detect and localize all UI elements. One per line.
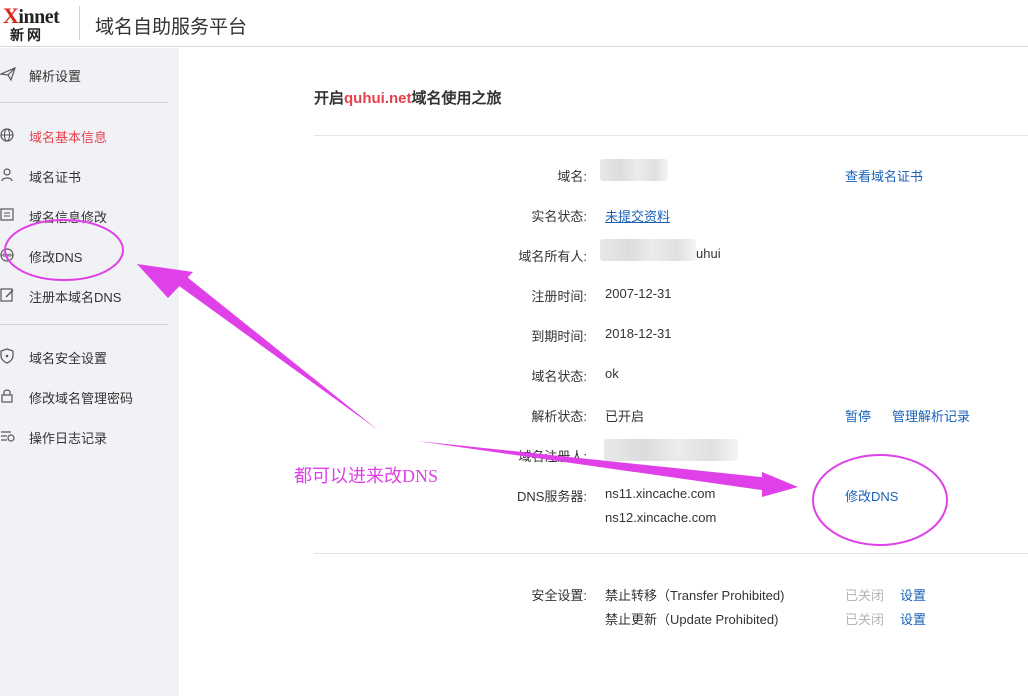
sidebar-item-register-dns[interactable]: 注册本域名DNS [0, 281, 179, 309]
header-divider [79, 6, 80, 40]
log-list-icon [1, 431, 15, 442]
sidebar-item-label: 域名信息修改 [29, 210, 108, 225]
realname-status-link[interactable]: 未提交资料 [605, 206, 670, 225]
certificate-icon [1, 168, 13, 182]
reg-time-value: 2007-12-31 [605, 286, 672, 301]
sidebar-item-label: 域名基本信息 [29, 130, 108, 145]
security-transfer-setting-link[interactable]: 设置 [900, 585, 926, 604]
status-label: 域名状态: [531, 369, 587, 384]
dns-server-2: ns12.xincache.com [605, 510, 717, 525]
reg-time-label: 注册时间: [531, 289, 587, 304]
lock-icon [1, 389, 13, 403]
exp-time-value: 2018-12-31 [605, 326, 672, 341]
title-domain: quhui.net [344, 90, 412, 107]
sidebar-item-label: 域名证书 [29, 170, 82, 185]
logo-chinese: 新网 [10, 27, 44, 43]
title-prefix: 开启 [314, 90, 345, 107]
sidebar-item-info-modify[interactable]: 域名信息修改 [0, 201, 179, 229]
dns-label: DNS服务器: [516, 489, 587, 504]
top-header: Xinnet 新网 域名自助服务平台 [0, 0, 1028, 47]
realname-label: 实名状态: [531, 209, 587, 224]
sidebar-divider [0, 102, 169, 103]
sidebar-item-label: 注册本域名DNS [29, 290, 122, 305]
arrow-head-right [762, 472, 798, 497]
manage-records-link[interactable]: 管理解析记录 [892, 406, 970, 425]
sidebar-item-label: 修改DNS [29, 250, 83, 265]
security-update-state: 已关闭 [845, 612, 885, 627]
dns-server-1: ns11.xincache.com [605, 486, 716, 501]
status-value: ok [605, 366, 619, 381]
modify-dns-link[interactable]: 修改DNS [845, 486, 898, 505]
shield-icon [0, 348, 14, 364]
id-card-icon [0, 208, 14, 221]
resolve-label: 解析状态: [531, 409, 587, 424]
section-divider [314, 553, 1028, 554]
sidebar-item-modify-dns[interactable]: DNS 修改DNS [0, 241, 179, 269]
globe-icon [0, 128, 14, 142]
section-divider [314, 135, 1028, 136]
platform-title: 域名自助服务平台 [95, 17, 248, 38]
sidebar-item-log[interactable]: 操作日志记录 [0, 422, 179, 450]
redacted-owner [600, 239, 696, 261]
paper-plane-icon [0, 66, 16, 82]
page-title: 开启quhui.net域名使用之旅 [314, 87, 502, 108]
pause-resolve-link[interactable]: 暂停 [845, 406, 871, 425]
svg-text:DNS: DNS [3, 253, 12, 258]
view-certificate-link[interactable]: 查看域名证书 [845, 166, 923, 185]
registrant-label: 域名注册人: [518, 449, 587, 464]
domain-label: 域名: [557, 169, 587, 184]
sidebar-item-label: 操作日志记录 [29, 431, 108, 446]
security-update-name: 禁止更新（Update Prohibited) [605, 612, 779, 627]
arrow-shaft-left [175, 273, 378, 430]
owner-value: uhui [696, 246, 721, 261]
resolve-value: 已开启 [605, 409, 645, 424]
redacted-domain [600, 159, 668, 181]
sidebar-divider [0, 324, 169, 325]
security-transfer-state: 已关闭 [845, 588, 885, 603]
sidebar-item-password[interactable]: 修改域名管理密码 [0, 382, 179, 410]
xinnet-logo[interactable]: Xinnet 新网 [0, 3, 72, 43]
sidebar-item-label: 域名安全设置 [29, 351, 108, 366]
annotation-text: 都可以进来改DNS [294, 466, 439, 486]
edit-icon [0, 288, 14, 302]
security-transfer-name: 禁止转移（Transfer Prohibited) [605, 588, 785, 603]
redacted-registrant [604, 439, 738, 461]
dns-globe-icon: DNS [0, 248, 14, 262]
sidebar-item-label: 解析设置 [29, 69, 82, 84]
owner-label: 域名所有人: [518, 249, 587, 264]
sidebar-item-basic-info[interactable]: 域名基本信息 [0, 121, 179, 149]
sidebar-item-label: 修改域名管理密码 [29, 391, 134, 406]
exp-time-label: 到期时间: [531, 329, 587, 344]
sidebar-item-certificate[interactable]: 域名证书 [0, 161, 179, 189]
security-label: 安全设置: [531, 588, 587, 603]
security-update-setting-link[interactable]: 设置 [900, 609, 926, 628]
sidebar-item-dns-resolve[interactable]: 解析设置 [0, 60, 179, 88]
sidebar-item-security[interactable]: 域名安全设置 [0, 342, 179, 370]
title-suffix: 域名使用之旅 [411, 90, 502, 107]
sidebar: 解析设置 域名基本信息 域名证书 域名信息修改 DNS 修改DNS 注册本域名D… [0, 48, 179, 696]
